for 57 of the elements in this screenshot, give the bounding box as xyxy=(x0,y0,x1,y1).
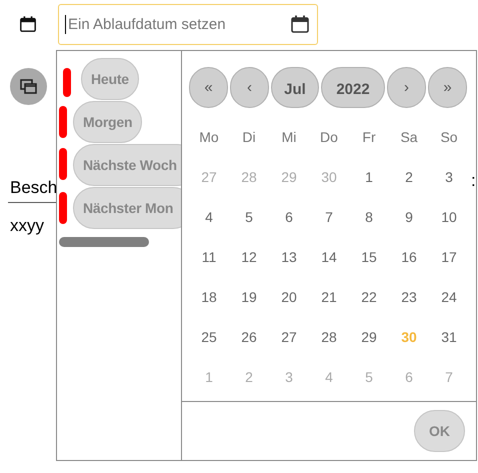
day-cell[interactable]: 22 xyxy=(349,277,389,317)
day-cell[interactable]: 9 xyxy=(389,197,429,237)
weekday-label: So xyxy=(439,128,459,147)
day-cell[interactable]: 18 xyxy=(189,277,229,317)
day-cell[interactable]: 11 xyxy=(189,237,229,277)
day-cell[interactable]: 17 xyxy=(429,237,469,277)
day-cell[interactable]: 6 xyxy=(269,197,309,237)
day-cell[interactable]: 5 xyxy=(229,197,269,237)
day-cell[interactable]: 19 xyxy=(229,277,269,317)
day-cell[interactable]: 28 xyxy=(309,317,349,357)
annotation-mark xyxy=(59,106,67,138)
text-cursor xyxy=(65,14,66,34)
weekday-label: Fr xyxy=(361,128,377,147)
day-cell[interactable]: 27 xyxy=(269,317,309,357)
windows-icon xyxy=(20,79,37,94)
month-button[interactable]: Jul xyxy=(271,67,319,108)
day-cell[interactable]: 2 xyxy=(389,157,429,197)
day-cell[interactable]: 7 xyxy=(309,197,349,237)
day-cell[interactable]: 21 xyxy=(309,277,349,317)
annotation-mark xyxy=(63,68,71,97)
calendar-icon xyxy=(290,14,310,34)
day-cell[interactable]: 25 xyxy=(189,317,229,357)
weekday-label: Sa xyxy=(399,128,419,147)
year-button[interactable]: 2022 xyxy=(321,67,385,108)
weekday-label: Mo xyxy=(198,128,220,147)
day-cell[interactable]: 31 xyxy=(429,317,469,357)
day-cell[interactable]: 15 xyxy=(349,237,389,277)
nav-button[interactable]: » xyxy=(428,67,467,108)
weekday-label: Mi xyxy=(280,128,298,147)
day-cell[interactable]: 14 xyxy=(309,237,349,277)
weekday-label: Do xyxy=(319,128,339,147)
field-value: xxyy xyxy=(10,216,44,236)
windows-button[interactable] xyxy=(10,68,47,105)
day-cell[interactable]: 16 xyxy=(389,237,429,277)
day-cell[interactable]: 20 xyxy=(269,277,309,317)
day-cell[interactable]: 24 xyxy=(429,277,469,317)
nav-button[interactable]: › xyxy=(387,67,426,108)
date-input-field[interactable]: Ein Ablaufdatum setzen xyxy=(58,4,318,44)
day-cell[interactable]: 8 xyxy=(349,197,389,237)
calendar-icon xyxy=(19,15,37,33)
day-cell[interactable]: 12 xyxy=(229,237,269,277)
day-cell[interactable]: 4 xyxy=(189,197,229,237)
nav-button[interactable]: ‹ xyxy=(230,67,269,108)
day-cell[interactable]: 23 xyxy=(389,277,429,317)
field-label: Besch xyxy=(10,178,58,198)
day-cell[interactable]: 10 xyxy=(429,197,469,237)
scrollbar-thumb[interactable] xyxy=(59,237,149,247)
day-cell[interactable]: 1 xyxy=(349,157,389,197)
weekday-label: Di xyxy=(241,128,257,147)
day-cell[interactable]: 29 xyxy=(349,317,389,357)
annotation-mark xyxy=(59,148,67,180)
annotation-mark xyxy=(59,192,67,224)
nav-button[interactable]: « xyxy=(189,67,228,108)
day-cell[interactable]: 13 xyxy=(269,237,309,277)
field-label: : xyxy=(471,171,476,191)
day-cell[interactable]: 26 xyxy=(229,317,269,357)
day-cell[interactable]: 3 xyxy=(429,157,469,197)
